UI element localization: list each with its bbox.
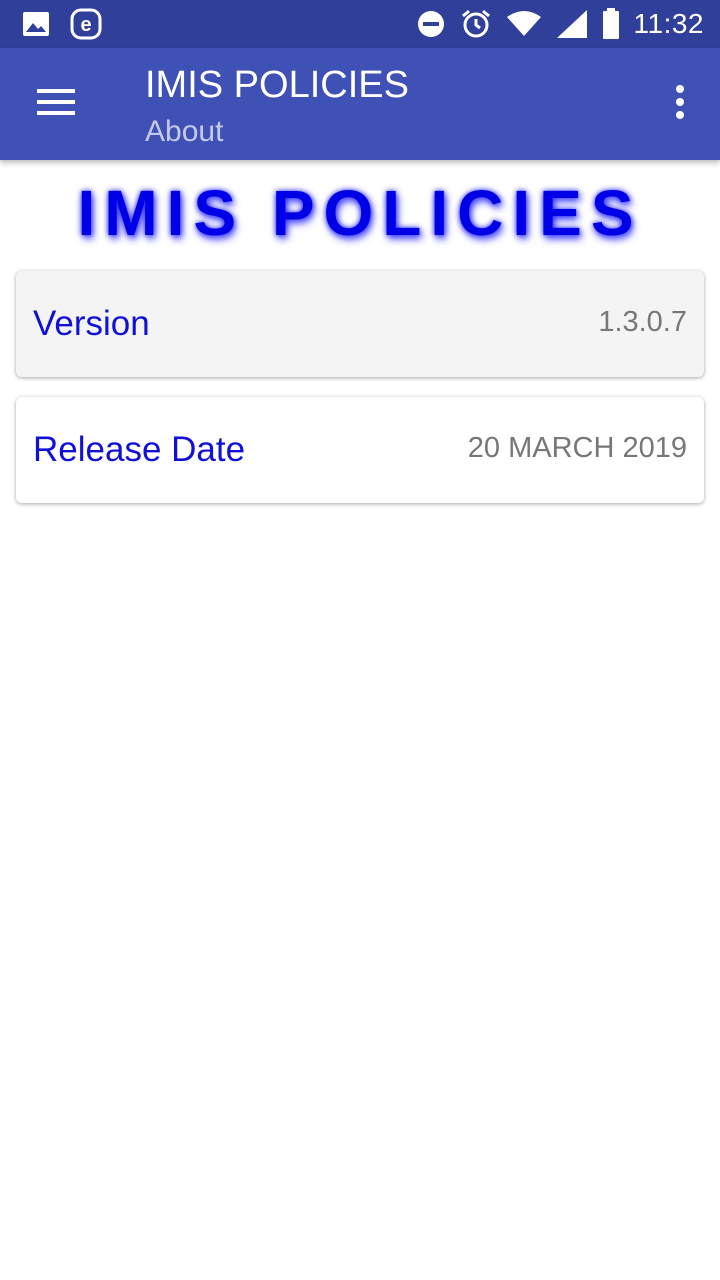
version-label: Version	[33, 304, 150, 343]
alarm-icon	[460, 8, 492, 40]
app-title: IMIS POLICIES	[145, 64, 409, 106]
hamburger-menu-icon	[37, 88, 75, 121]
e-app-icon: e	[70, 8, 102, 40]
release-date-value: 20 MARCH 2019	[467, 432, 687, 464]
status-time: 11:32	[633, 8, 704, 39]
release-date-card: Release Date 20 MARCH 2019	[16, 397, 704, 503]
system-icons: 11:32	[416, 6, 705, 42]
navigation-drawer-button[interactable]	[20, 76, 92, 132]
app-bar: IMIS POLICIES About	[0, 48, 720, 160]
version-card: Version 1.3.0.7	[16, 271, 704, 377]
image-icon	[22, 11, 50, 37]
do-not-disturb-icon	[416, 9, 446, 39]
battery-icon	[602, 8, 620, 40]
overflow-menu-button[interactable]	[660, 76, 700, 132]
more-vert-icon	[675, 84, 685, 125]
wifi-icon	[506, 10, 542, 38]
notification-icons: e	[22, 8, 102, 40]
app-name-banner: IMIS POLICIES	[77, 177, 643, 249]
svg-text:e: e	[80, 14, 91, 36]
status-bar: e 11:32	[0, 0, 720, 48]
version-value: 1.3.0.7	[598, 306, 687, 338]
release-date-label: Release Date	[33, 430, 246, 469]
app-subtitle: About	[145, 115, 224, 148]
signal-icon	[556, 9, 588, 39]
